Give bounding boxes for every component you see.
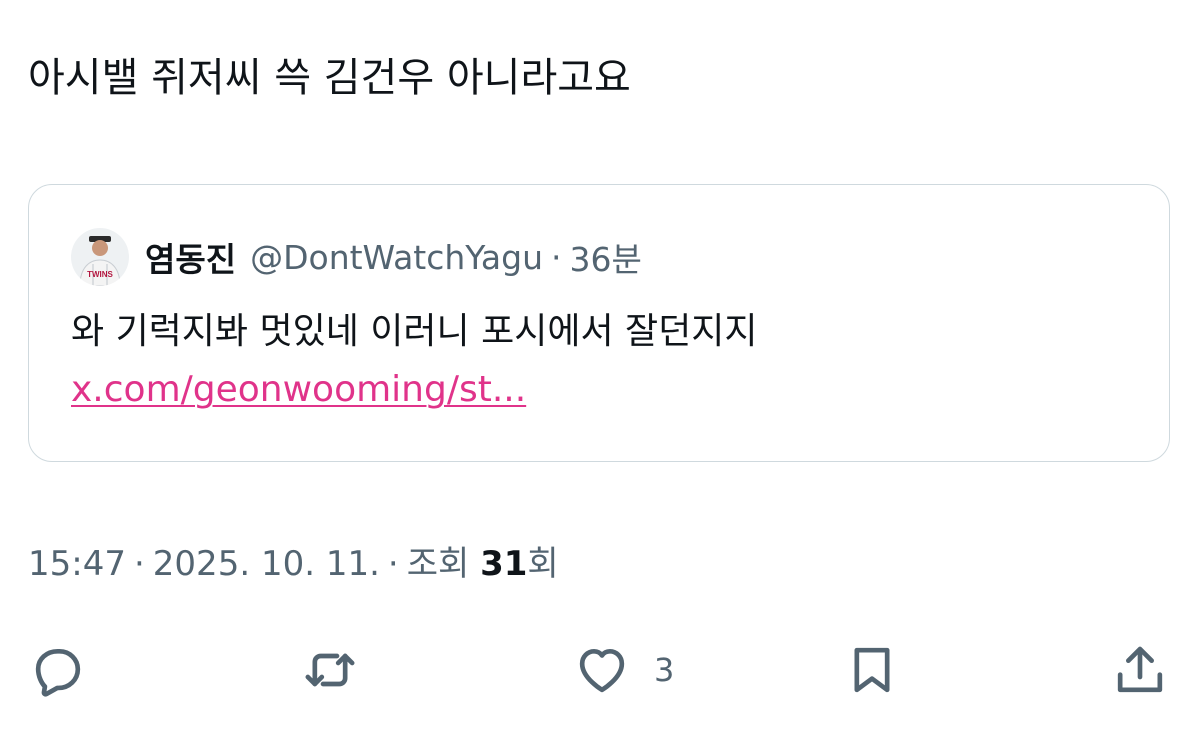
views-suffix: 회 <box>527 544 559 584</box>
avatar[interactable]: TWINS <box>71 228 129 286</box>
quoted-separator: · <box>551 237 562 277</box>
retweet-icon <box>305 653 355 687</box>
tweet-meta: 15:47 · 2025. 10. 11. · 조회 31회 <box>28 540 559 588</box>
quoted-time[interactable]: 36분 <box>570 233 642 281</box>
like-count: 3 <box>654 651 675 689</box>
tweet-time[interactable]: 15:47 <box>28 544 126 584</box>
avatar-jersey-text: TWINS <box>87 270 113 279</box>
quoted-display-name[interactable]: 염동진 <box>145 233 236 281</box>
quoted-handle[interactable]: @DontWatchYagu <box>250 238 543 277</box>
tweet-date[interactable]: 2025. 10. 11. <box>153 544 380 584</box>
bookmark-button[interactable] <box>844 642 900 698</box>
like-icon <box>579 649 625 693</box>
meta-separator-2: · <box>387 544 399 584</box>
reply-button[interactable] <box>30 642 86 698</box>
share-button[interactable] <box>1112 642 1168 698</box>
quoted-tweet-link[interactable]: x.com/geonwooming/st... <box>71 369 526 410</box>
like-button[interactable]: 3 <box>574 642 674 698</box>
quoted-tweet-header: TWINS 염동진 @DontWatchYagu · 36분 <box>71 225 642 289</box>
quoted-tweet-card[interactable]: TWINS 염동진 @DontWatchYagu · 36분 와 기럭지봐 멋있… <box>28 184 1170 462</box>
retweet-button[interactable] <box>300 642 360 698</box>
share-icon <box>1117 646 1163 693</box>
bookmark-icon <box>854 647 890 693</box>
tweet-text: 아시밸 쥐저씨 쓱 김건우 아니라고요 <box>28 55 631 101</box>
meta-separator-1: · <box>133 544 145 584</box>
quoted-tweet-text: 와 기럭지봐 멋있네 이러니 포시에서 잘던지지 x.com/geonwoomi… <box>71 303 1131 419</box>
reply-icon <box>35 649 81 697</box>
quoted-tweet-body: 와 기럭지봐 멋있네 이러니 포시에서 잘던지지 <box>71 311 758 352</box>
views-count: 31 <box>480 544 528 584</box>
views-label: 조회 <box>406 544 470 584</box>
